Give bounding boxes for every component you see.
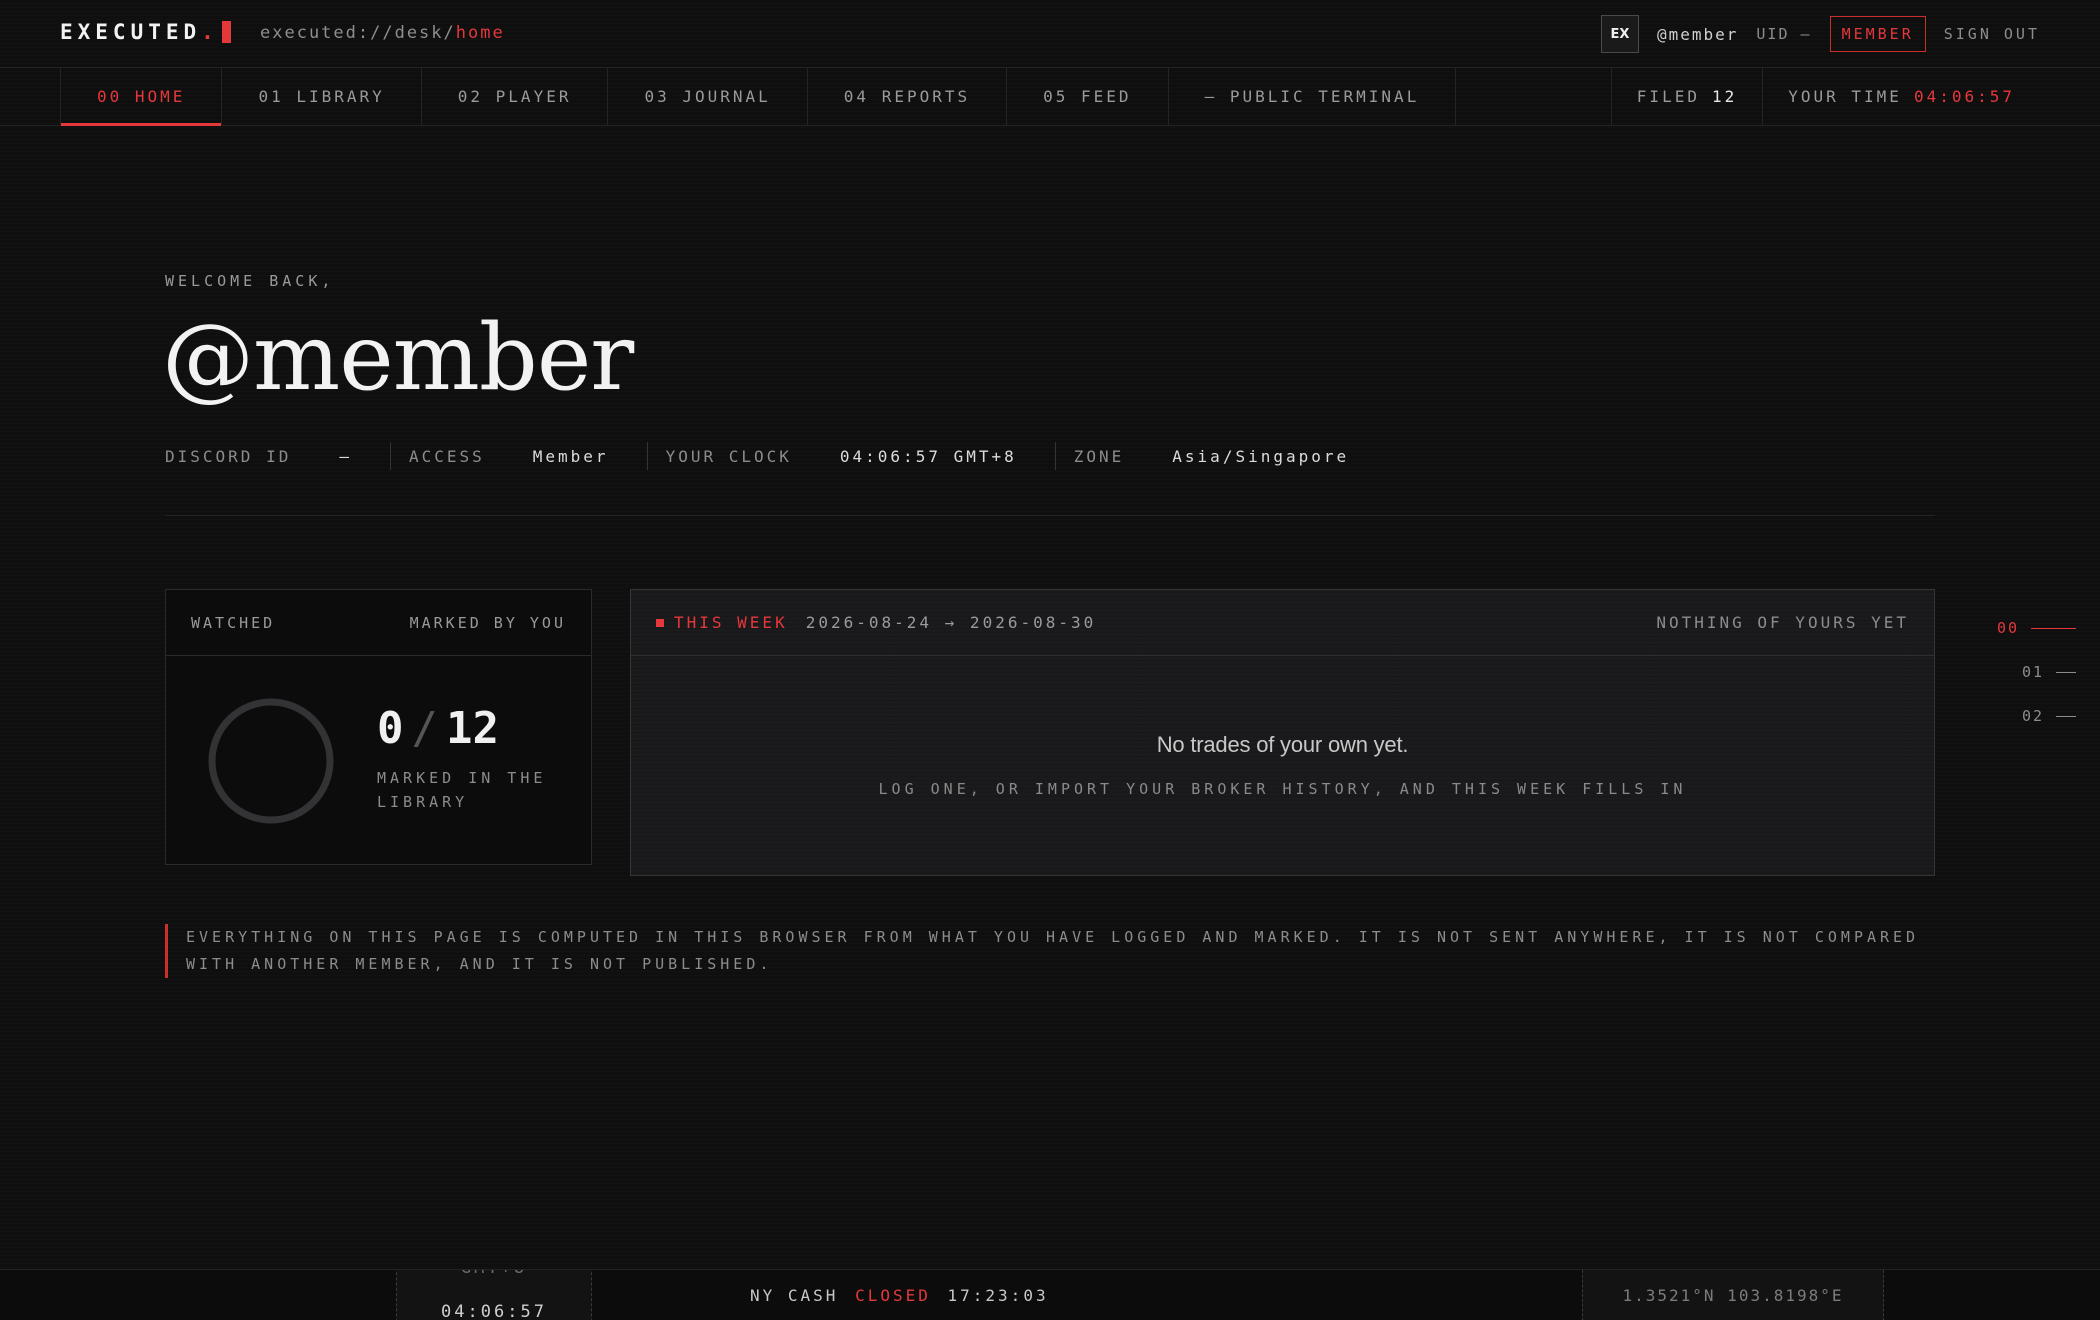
meta-label: YOUR CLOCK — [665, 446, 792, 466]
uid-label: UID — — [1756, 25, 1812, 43]
profile-meta: DISCORD ID — ACCESS Member YOUR CLOCK 04… — [165, 442, 1405, 470]
meta-value: Member — [532, 446, 609, 466]
watched-marked: 0 — [377, 703, 404, 754]
breadcrumb: executed://desk/home — [260, 23, 505, 43]
footer-clock-time: 04:06:57 — [441, 1302, 547, 1320]
section-index-item[interactable]: 01 — [1986, 650, 2076, 694]
filed-label: FILED — [1636, 87, 1700, 106]
watched-header: WATCHED MARKED BY YOU — [166, 590, 591, 656]
tab-feed[interactable]: 05 FEED — [1007, 68, 1169, 125]
section-index: 00 01 02 — [1986, 606, 2076, 738]
your-time-label: YOUR TIME — [1788, 87, 1902, 106]
watched-total: 12 — [446, 703, 499, 754]
watched-card: WATCHED MARKED BY YOU 0/12 MARKED IN THE… — [165, 589, 592, 865]
progress-ring — [208, 698, 334, 824]
welcome-label: WELCOME BACK, — [165, 272, 335, 290]
square-icon — [656, 618, 664, 627]
sign-out-button[interactable]: SIGN OUT — [1944, 25, 2040, 43]
brand-name: EXECUTED — [60, 20, 202, 44]
status-bar: GMT+8 04:06:57 NY CASH CLOSED 17:23:03 1… — [0, 1269, 2100, 1320]
tab-player[interactable]: 02 PLAYER — [422, 68, 609, 125]
tab-public-terminal[interactable]: — PUBLIC TERMINAL — [1169, 68, 1457, 125]
section-index-item[interactable]: 02 — [1986, 694, 2076, 738]
meta-label: DISCORD ID — [165, 446, 292, 466]
section-index-label: 02 — [2021, 707, 2044, 725]
role-badge: MEMBER — [1829, 16, 1926, 52]
this-week-card: THIS WEEK 2026-08-24 → 2026-08-30 NOTHIN… — [630, 589, 1935, 876]
breadcrumb-prefix: executed://desk/ — [260, 23, 456, 43]
filed-value: 12 — [1711, 87, 1738, 106]
meta-value: — — [339, 446, 352, 466]
meta-access: ACCESS Member — [409, 442, 648, 470]
count-separator: / — [411, 703, 439, 754]
footer-clock-zone: GMT+8 — [397, 1270, 591, 1278]
nav-status: FILED 12 YOUR TIME 04:06:57 — [1610, 68, 2040, 125]
avatar[interactable]: EX — [1600, 15, 1639, 53]
tab-reports[interactable]: 04 REPORTS — [808, 68, 1008, 125]
this-week-status: NOTHING OF YOURS YET — [1656, 613, 1909, 632]
section-index-label: 01 — [2021, 663, 2044, 681]
meta-label: ACCESS — [408, 446, 485, 466]
main-nav: 00 HOME 01 LIBRARY 02 PLAYER 03 JOURNAL … — [0, 68, 2100, 126]
watched-count: 0/12 — [377, 703, 499, 754]
meta-value: Asia/Singapore — [1172, 446, 1350, 466]
tab-journal[interactable]: 03 JOURNAL — [608, 68, 808, 125]
empty-state-title: No trades of your own yet. — [1156, 732, 1409, 757]
meta-clock: YOUR CLOCK 04:06:57 GMT+8 — [666, 442, 1056, 470]
header-account: EX @member UID — MEMBER SIGN OUT — [1600, 15, 2040, 53]
filed-counter: FILED 12 — [1610, 68, 1762, 125]
brand-dot: . — [201, 20, 214, 44]
meta-discord-id: DISCORD ID — — [165, 442, 391, 470]
this-week-header: THIS WEEK 2026-08-24 → 2026-08-30 NOTHIN… — [631, 590, 1934, 656]
top-bar: EXECUTED. executed://desk/home EX @membe… — [0, 0, 2100, 68]
empty-state-hint: LOG ONE, OR IMPORT YOUR BROKER HISTORY, … — [878, 780, 1687, 798]
footer-clock: GMT+8 04:06:57 — [396, 1270, 592, 1320]
privacy-notice: EVERYTHING ON THIS PAGE IS COMPUTED IN T… — [165, 924, 1935, 978]
this-week-title: THIS WEEK — [674, 613, 788, 632]
market-status: NY CASH CLOSED 17:23:03 — [750, 1286, 1049, 1305]
username: @member — [1656, 24, 1739, 44]
section-index-item[interactable]: 00 — [1986, 606, 2076, 650]
tab-library[interactable]: 01 LIBRARY — [222, 68, 422, 125]
progress-ring-track — [208, 698, 334, 824]
dash-icon — [2056, 671, 2076, 673]
tab-home[interactable]: 00 HOME — [60, 68, 223, 126]
section-index-label: 00 — [1996, 619, 2019, 637]
dash-icon — [2031, 627, 2076, 629]
meta-value: 04:06:57 GMT+8 — [839, 446, 1017, 466]
your-time-value: 04:06:57 — [1913, 87, 2015, 106]
meta-label: ZONE — [1073, 446, 1125, 466]
page-title: @member — [162, 304, 634, 411]
section-divider — [165, 515, 1935, 516]
market-time: 17:23:03 — [947, 1286, 1049, 1305]
market-state: CLOSED — [855, 1286, 931, 1305]
breadcrumb-leaf: home — [455, 23, 505, 43]
watched-caption: MARKED IN THE LIBRARY — [377, 769, 547, 811]
meta-zone: ZONE Asia/Singapore — [1074, 442, 1387, 470]
your-time: YOUR TIME 04:06:57 — [1762, 68, 2040, 125]
watched-subtitle: MARKED BY YOU — [409, 613, 566, 632]
brand-logo[interactable]: EXECUTED. — [60, 20, 231, 44]
cursor-block-icon — [221, 21, 231, 43]
nav-tabs: 00 HOME 01 LIBRARY 02 PLAYER 03 JOURNAL … — [60, 68, 1457, 126]
this-week-range: 2026-08-24 → 2026-08-30 — [805, 613, 1097, 632]
location-coords: 1.3521°N 103.8198°E — [1582, 1270, 1884, 1320]
dash-icon — [2056, 715, 2076, 717]
market-label: NY CASH — [750, 1286, 839, 1305]
watched-title: WATCHED — [191, 613, 276, 632]
